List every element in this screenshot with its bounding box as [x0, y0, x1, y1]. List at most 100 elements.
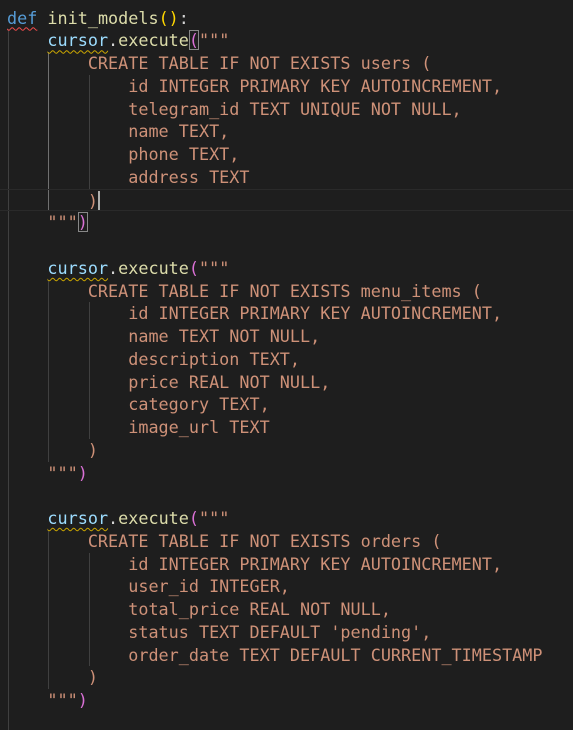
code-token: ) — [87, 439, 98, 460]
code-line[interactable]: total_price REAL NOT NULL, — [0, 598, 573, 621]
text-caret — [97, 190, 100, 210]
code-token: ) — [87, 190, 98, 211]
code-line[interactable] — [0, 484, 573, 507]
code-line[interactable]: """) — [0, 689, 573, 712]
code-line[interactable]: phone TEXT, — [0, 143, 573, 166]
code-line[interactable]: """) — [0, 462, 573, 485]
code-token: """ — [47, 690, 78, 710]
code-line[interactable]: order_date TEXT DEFAULT CURRENT_TIMESTAM… — [0, 644, 573, 667]
code-token: ) — [77, 690, 88, 710]
code-line[interactable]: id INTEGER PRIMARY KEY AUTOINCREMENT, — [0, 75, 573, 98]
code-line[interactable]: name TEXT, — [0, 120, 573, 143]
code-token: ) — [77, 212, 88, 233]
code-line[interactable]: category TEXT, — [0, 393, 573, 416]
code-token: order_date TEXT DEFAULT CURRENT_TIMESTAM… — [128, 644, 543, 665]
code-line[interactable]: id INTEGER PRIMARY KEY AUTOINCREMENT, — [0, 302, 573, 325]
code-token: """ — [199, 508, 230, 528]
code-token: name TEXT, — [128, 121, 230, 142]
code-line[interactable]: CREATE TABLE IF NOT EXISTS menu_items ( — [0, 280, 573, 303]
code-line[interactable]: def init_models(): — [0, 7, 573, 30]
code-line[interactable]: CREATE TABLE IF NOT EXISTS users ( — [0, 52, 573, 75]
code-token: ) — [87, 667, 98, 688]
code-token: image_url TEXT — [128, 417, 270, 437]
code-token: execute — [118, 30, 189, 51]
code-line[interactable]: price REAL NOT NULL, — [0, 371, 573, 394]
code-token: CREATE TABLE IF NOT EXISTS menu_items ( — [87, 280, 482, 301]
code-token: . — [108, 508, 119, 528]
code-line[interactable]: user_id INTEGER, — [0, 575, 573, 598]
code-token: id INTEGER PRIMARY KEY AUTOINCREMENT, — [128, 553, 503, 574]
code-line[interactable]: CREATE TABLE IF NOT EXISTS orders ( — [0, 530, 573, 553]
code-token: telegram_id TEXT UNIQUE NOT NULL, — [128, 98, 462, 119]
code-line[interactable]: telegram_id TEXT UNIQUE NOT NULL, — [0, 98, 573, 121]
code-token: user_id INTEGER, — [128, 576, 290, 597]
code-line[interactable]: description TEXT, — [0, 348, 573, 371]
code-token: ( — [158, 7, 169, 28]
code-token: init_models — [47, 7, 159, 28]
code-token: id INTEGER PRIMARY KEY AUTOINCREMENT, — [128, 303, 503, 324]
code-token: address TEXT — [128, 166, 250, 187]
code-token: name TEXT NOT NULL, — [128, 326, 321, 346]
code-line[interactable]: status TEXT DEFAULT 'pending', — [0, 621, 573, 644]
code-token: phone TEXT, — [128, 144, 240, 164]
code-line[interactable]: cursor.execute(""" — [0, 257, 573, 280]
code-token: ( — [188, 508, 199, 528]
code-line[interactable] — [0, 234, 573, 257]
code-line[interactable]: cursor.execute(""" — [0, 507, 573, 530]
code-line[interactable]: cursor.execute(""" — [0, 29, 573, 52]
code-token: description TEXT, — [128, 348, 301, 369]
code-token: status TEXT DEFAULT 'pending', — [128, 621, 432, 642]
code-line[interactable] — [0, 712, 573, 730]
code-token: CREATE TABLE IF NOT EXISTS users ( — [87, 53, 432, 73]
code-token: def — [7, 7, 38, 28]
code-token: ) — [168, 7, 179, 28]
code-token: execute — [118, 508, 189, 528]
code-token: . — [108, 257, 119, 278]
code-line[interactable]: address TEXT — [0, 166, 573, 189]
code-token: """ — [199, 30, 230, 51]
code-line[interactable]: image_url TEXT — [0, 416, 573, 439]
code-line[interactable]: name TEXT NOT NULL, — [0, 325, 573, 348]
code-token: cursor — [47, 508, 109, 528]
code-token: """ — [47, 212, 78, 233]
code-token: """ — [199, 257, 230, 278]
code-editor[interactable]: def init_models(): cursor.execute(""" CR… — [0, 0, 573, 730]
code-token: cursor — [47, 30, 109, 51]
code-line[interactable]: ) — [0, 439, 573, 462]
code-line[interactable]: ) — [0, 666, 573, 689]
code-token: cursor — [47, 257, 109, 278]
code-token: ( — [188, 30, 199, 51]
code-line[interactable]: """) — [0, 211, 573, 234]
code-token: ( — [188, 257, 199, 278]
code-token: ) — [77, 462, 88, 483]
code-token: CREATE TABLE IF NOT EXISTS orders ( — [87, 530, 442, 551]
code-line[interactable]: id INTEGER PRIMARY KEY AUTOINCREMENT, — [0, 553, 573, 576]
code-token: price REAL NOT NULL, — [128, 371, 331, 392]
code-line[interactable]: ) — [0, 188, 573, 212]
